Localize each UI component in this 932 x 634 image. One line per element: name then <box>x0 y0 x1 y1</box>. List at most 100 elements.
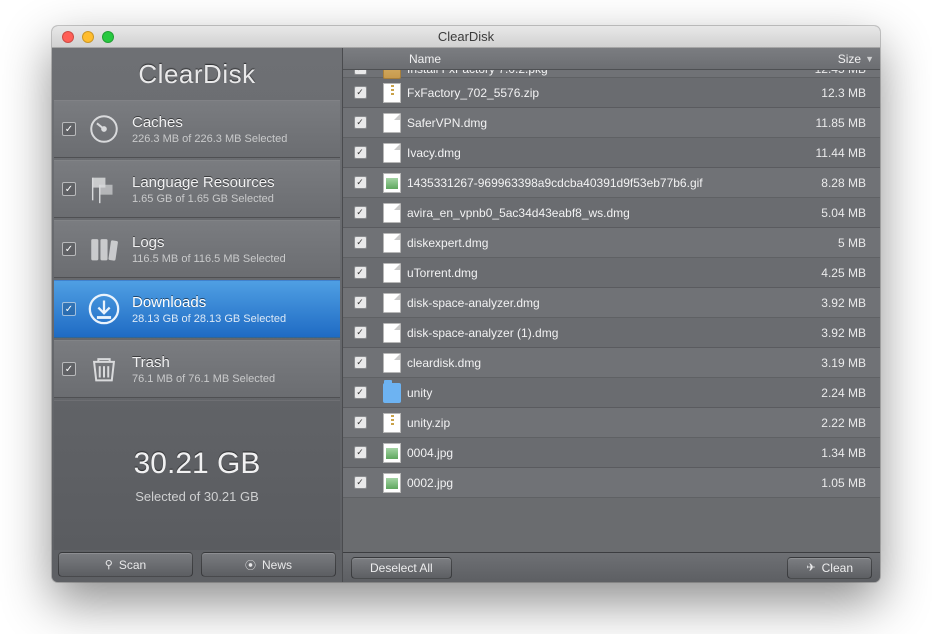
binders-icon <box>84 229 124 269</box>
file-pkg-icon <box>383 70 401 79</box>
news-button-label: News <box>262 558 292 572</box>
row-checkbox[interactable]: ✓ <box>354 416 367 429</box>
sidebar-item-caches[interactable]: ✓ Caches 226.3 MB of 226.3 MB Selected <box>54 100 340 158</box>
file-doc-icon <box>383 143 401 163</box>
category-title: Trash <box>132 354 275 371</box>
column-size[interactable]: Size ▼ <box>794 52 880 66</box>
close-icon[interactable] <box>62 31 74 43</box>
row-checkbox[interactable]: ✓ <box>354 146 367 159</box>
file-folder-icon <box>383 383 401 403</box>
category-checkbox[interactable]: ✓ <box>62 242 76 256</box>
file-size: 3.19 MB <box>794 356 880 370</box>
row-checkbox[interactable]: ✓ <box>354 386 367 399</box>
table-row[interactable]: ✓uTorrent.dmg4.25 MB <box>343 258 880 288</box>
rss-icon: ⦿ <box>245 557 256 573</box>
window-body: ClearDisk ✓ Caches 226.3 MB of 226.3 MB Se… <box>52 48 880 582</box>
file-doc-icon <box>383 203 401 223</box>
sidebar-item-trash[interactable]: ✓Trash76.1 MB of 76.1 MB Selected <box>54 340 340 398</box>
minimize-icon[interactable] <box>82 31 94 43</box>
table-row[interactable]: ✓ unity2.24 MB <box>343 378 880 408</box>
summary-sub: Selected of 30.21 GB <box>135 489 259 504</box>
file-size: 2.22 MB <box>794 416 880 430</box>
file-size: 8.28 MB <box>794 176 880 190</box>
table-header: Name Size ▼ <box>343 48 880 70</box>
titlebar: ClearDisk <box>52 26 880 48</box>
file-zip-icon <box>383 413 401 433</box>
category-list: ✓ Caches 226.3 MB of 226.3 MB Selected ✓Lan… <box>52 100 342 398</box>
table-row[interactable]: ✓ avira_en_vpnb0_5ac34d43eabf8_ws.dmg5.04… <box>343 198 880 228</box>
category-title: Logs <box>132 234 286 251</box>
scan-button[interactable]: ⚲ Scan <box>58 552 193 577</box>
table-row[interactable]: ✓1435331267-969963398a9cdcba40391d9f53eb… <box>343 168 880 198</box>
row-checkbox[interactable]: ✓ <box>354 206 367 219</box>
summary-total: 30.21 GB <box>134 447 261 481</box>
table-row[interactable]: ✓ disk-space-analyzer.dmg3.92 MB <box>343 288 880 318</box>
file-list[interactable]: ✓Install FxFactory 7.0.2.pkg12.45 MB✓FxF… <box>343 70 880 552</box>
table-row[interactable]: ✓unity.zip2.22 MB <box>343 408 880 438</box>
news-button[interactable]: ⦿ News <box>201 552 336 577</box>
main-panel: Name Size ▼ ✓Install FxFactory 7.0.2.pkg… <box>342 48 880 582</box>
file-size: 2.24 MB <box>794 386 880 400</box>
file-name: diskexpert.dmg <box>407 236 794 250</box>
file-name: Ivacy.dmg <box>407 146 794 160</box>
row-checkbox[interactable]: ✓ <box>354 476 367 489</box>
table-row[interactable]: ✓0004.jpg1.34 MB <box>343 438 880 468</box>
table-row[interactable]: ✓ diskexpert.dmg5 MB <box>343 228 880 258</box>
file-name: 0004.jpg <box>407 446 794 460</box>
trash-icon <box>84 349 124 389</box>
table-row[interactable]: ✓SaferVPN.dmg11.85 MB <box>343 108 880 138</box>
row-checkbox[interactable]: ✓ <box>354 326 367 339</box>
category-checkbox[interactable]: ✓ <box>62 122 76 136</box>
clean-button-label: Clean <box>822 561 853 575</box>
table-row[interactable]: ✓disk-space-analyzer (1).dmg3.92 MB <box>343 318 880 348</box>
app-window: ClearDisk ClearDisk ✓ Caches 226.3 MB of 2… <box>52 26 880 582</box>
file-size: 11.85 MB <box>794 116 880 130</box>
file-size: 5 MB <box>794 236 880 250</box>
file-doc-icon <box>383 323 401 343</box>
file-name: disk-space-analyzer.dmg <box>407 296 794 310</box>
category-checkbox[interactable]: ✓ <box>62 302 76 316</box>
row-checkbox[interactable]: ✓ <box>354 296 367 309</box>
row-checkbox[interactable]: ✓ <box>354 116 367 129</box>
deselect-all-label: Deselect All <box>370 561 433 575</box>
row-checkbox[interactable]: ✓ <box>354 86 367 99</box>
row-checkbox[interactable]: ✓ <box>354 446 367 459</box>
file-size: 5.04 MB <box>794 206 880 220</box>
category-title: Caches <box>132 114 287 131</box>
category-subtitle: 28.13 GB of 28.13 GB Selected <box>132 313 286 325</box>
file-size: 12.45 MB <box>794 70 880 76</box>
file-size: 4.25 MB <box>794 266 880 280</box>
category-subtitle: 226.3 MB of 226.3 MB Selected <box>132 133 287 145</box>
bottom-toolbar: Deselect All ✈ Clean <box>343 552 880 582</box>
file-name: unity <box>407 386 794 400</box>
category-subtitle: 1.65 GB of 1.65 GB Selected <box>132 193 275 205</box>
category-checkbox[interactable]: ✓ <box>62 182 76 196</box>
table-row[interactable]: ✓cleardisk.dmg3.19 MB <box>343 348 880 378</box>
column-name[interactable]: Name <box>407 52 794 66</box>
maximize-icon[interactable] <box>102 31 114 43</box>
table-row[interactable]: ✓Ivacy.dmg11.44 MB <box>343 138 880 168</box>
sort-descending-icon: ▼ <box>865 54 874 64</box>
file-size: 3.92 MB <box>794 296 880 310</box>
sidebar-item-logs[interactable]: ✓Logs116.5 MB of 116.5 MB Selected <box>54 220 340 278</box>
row-checkbox[interactable]: ✓ <box>354 266 367 279</box>
download-icon <box>84 289 124 329</box>
flags-icon <box>84 169 124 209</box>
row-checkbox[interactable]: ✓ <box>354 236 367 249</box>
table-row[interactable]: ✓FxFactory_702_5576.zip12.3 MB <box>343 78 880 108</box>
file-size: 12.3 MB <box>794 86 880 100</box>
file-name: 0002.jpg <box>407 476 794 490</box>
row-checkbox[interactable]: ✓ <box>354 356 367 369</box>
app-logo: ClearDisk <box>52 48 342 100</box>
category-checkbox[interactable]: ✓ <box>62 362 76 376</box>
row-checkbox[interactable]: ✓ <box>354 70 367 75</box>
table-row[interactable]: ✓Install FxFactory 7.0.2.pkg12.45 MB <box>343 70 880 78</box>
deselect-all-button[interactable]: Deselect All <box>351 557 452 579</box>
file-name: avira_en_vpnb0_5ac34d43eabf8_ws.dmg <box>407 206 794 220</box>
clean-button[interactable]: ✈ Clean <box>787 557 872 579</box>
row-checkbox[interactable]: ✓ <box>354 176 367 189</box>
sidebar-item-downloads[interactable]: ✓Downloads28.13 GB of 28.13 GB Selected <box>54 280 340 338</box>
sidebar-item-language[interactable]: ✓Language Resources1.65 GB of 1.65 GB Se… <box>54 160 340 218</box>
column-size-label: Size <box>838 52 861 66</box>
table-row[interactable]: ✓0002.jpg1.05 MB <box>343 468 880 498</box>
